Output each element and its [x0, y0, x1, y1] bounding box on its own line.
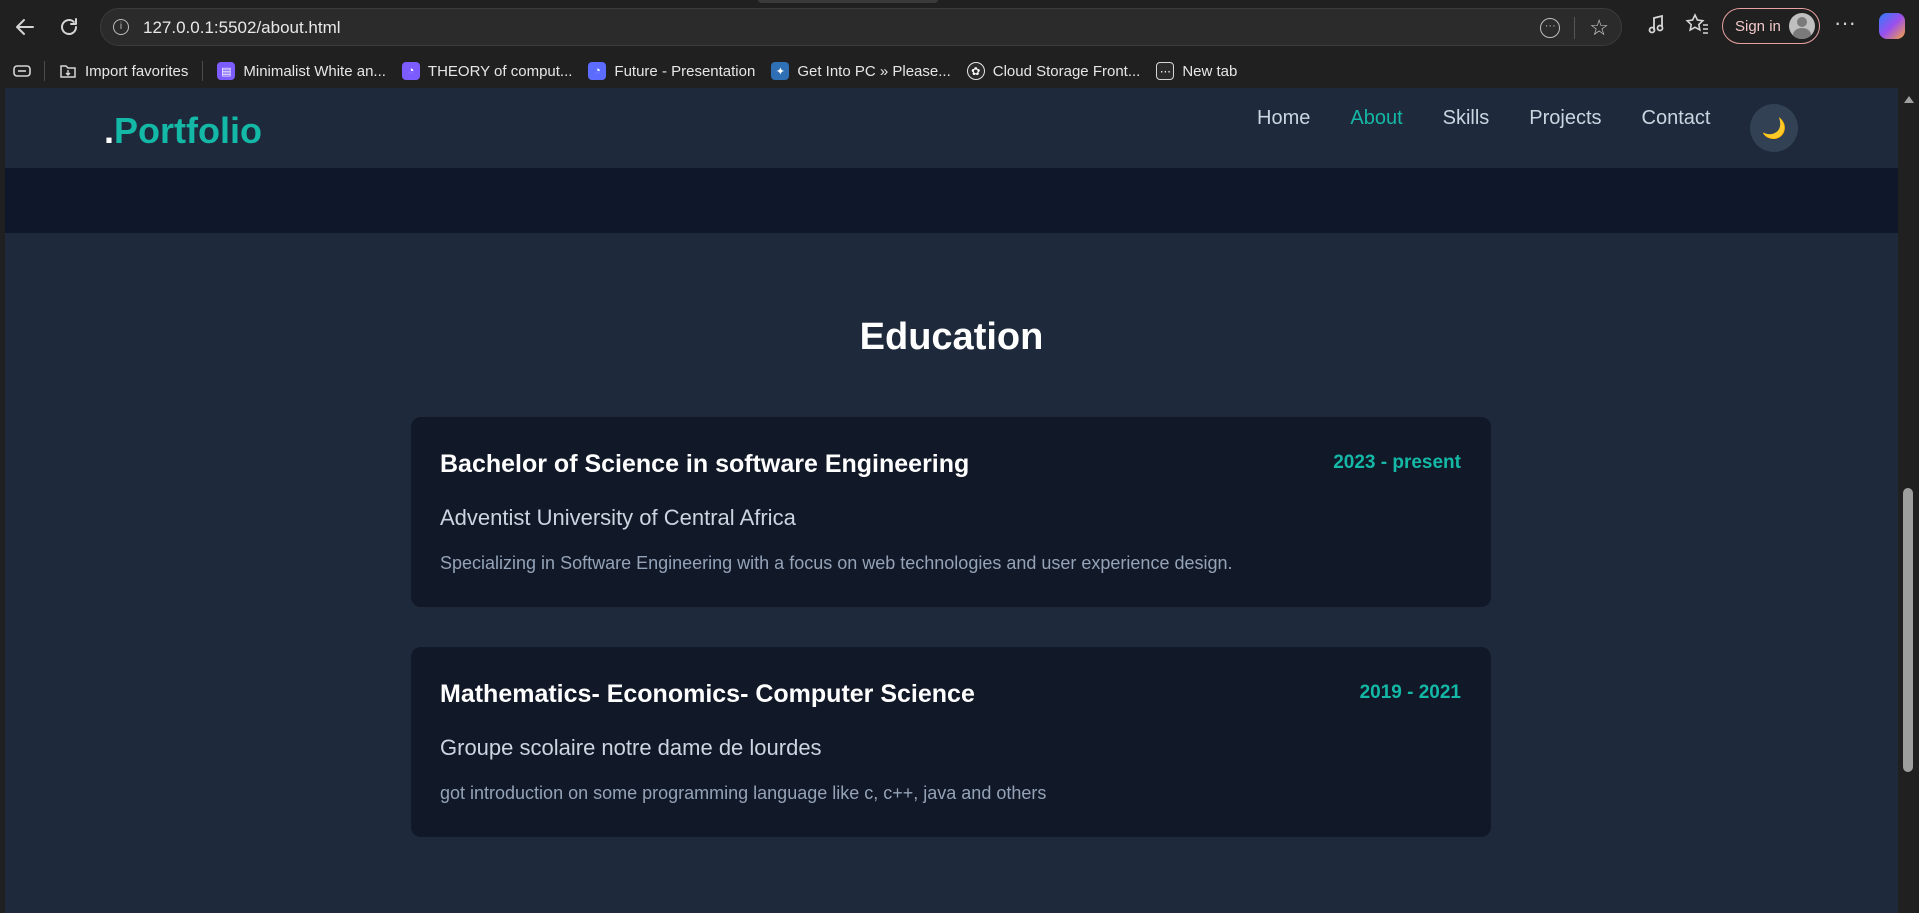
- bookmarks-menu-button[interactable]: [0, 57, 38, 85]
- bookmarks-divider: [44, 61, 45, 81]
- education-years: 2023 - present: [1333, 452, 1461, 473]
- bookmark-future[interactable]: ◔ Future - Presentation: [580, 57, 763, 85]
- education-card: Bachelor of Science in software Engineer…: [411, 417, 1491, 607]
- sign-in-button[interactable]: Sign in: [1722, 8, 1820, 44]
- logo-text: Portfolio: [114, 110, 262, 151]
- page-scrollbar[interactable]: [1898, 88, 1919, 913]
- browser-toolbar: i 127.0.0.1:5502/about.html ··· ☆ Sign i…: [0, 0, 1919, 54]
- address-bar-actions: ··· ☆: [1540, 15, 1609, 41]
- more-tools-icon[interactable]: ···: [1540, 18, 1561, 38]
- sign-in-label: Sign in: [1735, 17, 1781, 35]
- education-card: Mathematics- Economics- Computer Science…: [411, 647, 1491, 837]
- address-divider: [1574, 17, 1576, 39]
- bookmark-label: Future - Presentation: [614, 62, 756, 80]
- bookmark-getintopc[interactable]: ✦ Get Into PC » Please...: [763, 57, 958, 85]
- nav-contact[interactable]: Contact: [1642, 108, 1711, 128]
- favorites-icon[interactable]: [1685, 13, 1709, 41]
- nav-home[interactable]: Home: [1257, 108, 1310, 128]
- degree-title: Mathematics- Economics- Computer Science: [440, 680, 975, 708]
- education-description: Specializing in Software Engineering wit…: [440, 553, 1233, 573]
- nav-projects[interactable]: Projects: [1529, 108, 1601, 128]
- bookmark-new-tab[interactable]: ⋯ New tab: [1148, 57, 1245, 85]
- logo-dot: .: [104, 110, 115, 151]
- main-nav: Home About Skills Projects Contact: [1257, 108, 1710, 128]
- bookmark-theory[interactable]: ◔ THEORY of comput...: [394, 57, 581, 85]
- url-text[interactable]: 127.0.0.1:5502/about.html: [143, 18, 341, 38]
- bookmark-label: New tab: [1182, 62, 1238, 80]
- theme-toggle-button[interactable]: 🌙: [1750, 104, 1798, 152]
- scrollbar-thumb[interactable]: [1903, 488, 1913, 772]
- newtab-icon: ⋯: [1156, 62, 1175, 80]
- bookmark-label: THEORY of comput...: [427, 62, 573, 80]
- scroll-up-arrow-icon[interactable]: [1904, 96, 1914, 103]
- school-name: Adventist University of Central Africa: [440, 505, 796, 530]
- education-years: 2019 - 2021: [1359, 682, 1461, 703]
- nav-about[interactable]: About: [1350, 108, 1402, 128]
- bookmark-import-favorites[interactable]: Import favorites: [51, 57, 196, 85]
- address-bar[interactable]: i 127.0.0.1:5502/about.html ··· ☆: [100, 8, 1622, 46]
- page-viewport: .Portfolio Home About Skills Projects Co…: [5, 88, 1898, 913]
- copilot-icon[interactable]: [1879, 13, 1905, 39]
- bookmark-label: Minimalist White an...: [243, 62, 386, 80]
- canva-icon: ◔: [401, 62, 420, 80]
- school-name: Groupe scolaire notre dame de lourdes: [440, 735, 822, 760]
- import-icon: [60, 65, 76, 78]
- bookmark-cloud-storage[interactable]: ✿ Cloud Storage Front...: [959, 57, 1149, 85]
- section-title: Education: [859, 316, 1044, 358]
- tab-strip-edge: [758, 0, 938, 3]
- avatar-icon: [1788, 13, 1815, 39]
- refresh-button[interactable]: [52, 10, 86, 44]
- nav-skills[interactable]: Skills: [1443, 108, 1490, 128]
- arrow-left-icon: [16, 19, 34, 35]
- education-description: got introduction on some programming lan…: [440, 783, 1047, 803]
- back-button[interactable]: [8, 10, 42, 44]
- bookmark-minimalist[interactable]: ▤ Minimalist White an...: [209, 57, 394, 85]
- favorite-star-icon[interactable]: ☆: [1589, 17, 1609, 39]
- degree-title: Bachelor of Science in software Engineer…: [440, 450, 970, 478]
- bookmark-label: Import favorites: [85, 62, 189, 80]
- refresh-icon: [61, 18, 77, 35]
- bookmarks-bar: Import favorites ▤ Minimalist White an..…: [0, 54, 1919, 88]
- bookmarks-divider: [202, 61, 204, 81]
- site-info-icon[interactable]: i: [113, 19, 129, 35]
- canva-icon: ◔: [588, 62, 607, 80]
- hero-banner-strip: [5, 168, 1898, 233]
- settings-more-icon[interactable]: ···: [1834, 10, 1856, 36]
- media-icon[interactable]: [1645, 13, 1667, 41]
- bookmark-label: Cloud Storage Front...: [992, 62, 1141, 80]
- moon-icon: 🌙: [1761, 117, 1787, 140]
- chatgpt-icon: ✿: [966, 62, 985, 80]
- bookmark-label: Get Into PC » Please...: [797, 62, 951, 80]
- canva-icon: ▤: [217, 62, 236, 80]
- site-header: .Portfolio Home About Skills Projects Co…: [5, 88, 1898, 168]
- tab-actions-icon: [13, 65, 31, 77]
- site-logo[interactable]: .Portfolio: [104, 110, 262, 152]
- getintopc-icon: ✦: [771, 62, 790, 80]
